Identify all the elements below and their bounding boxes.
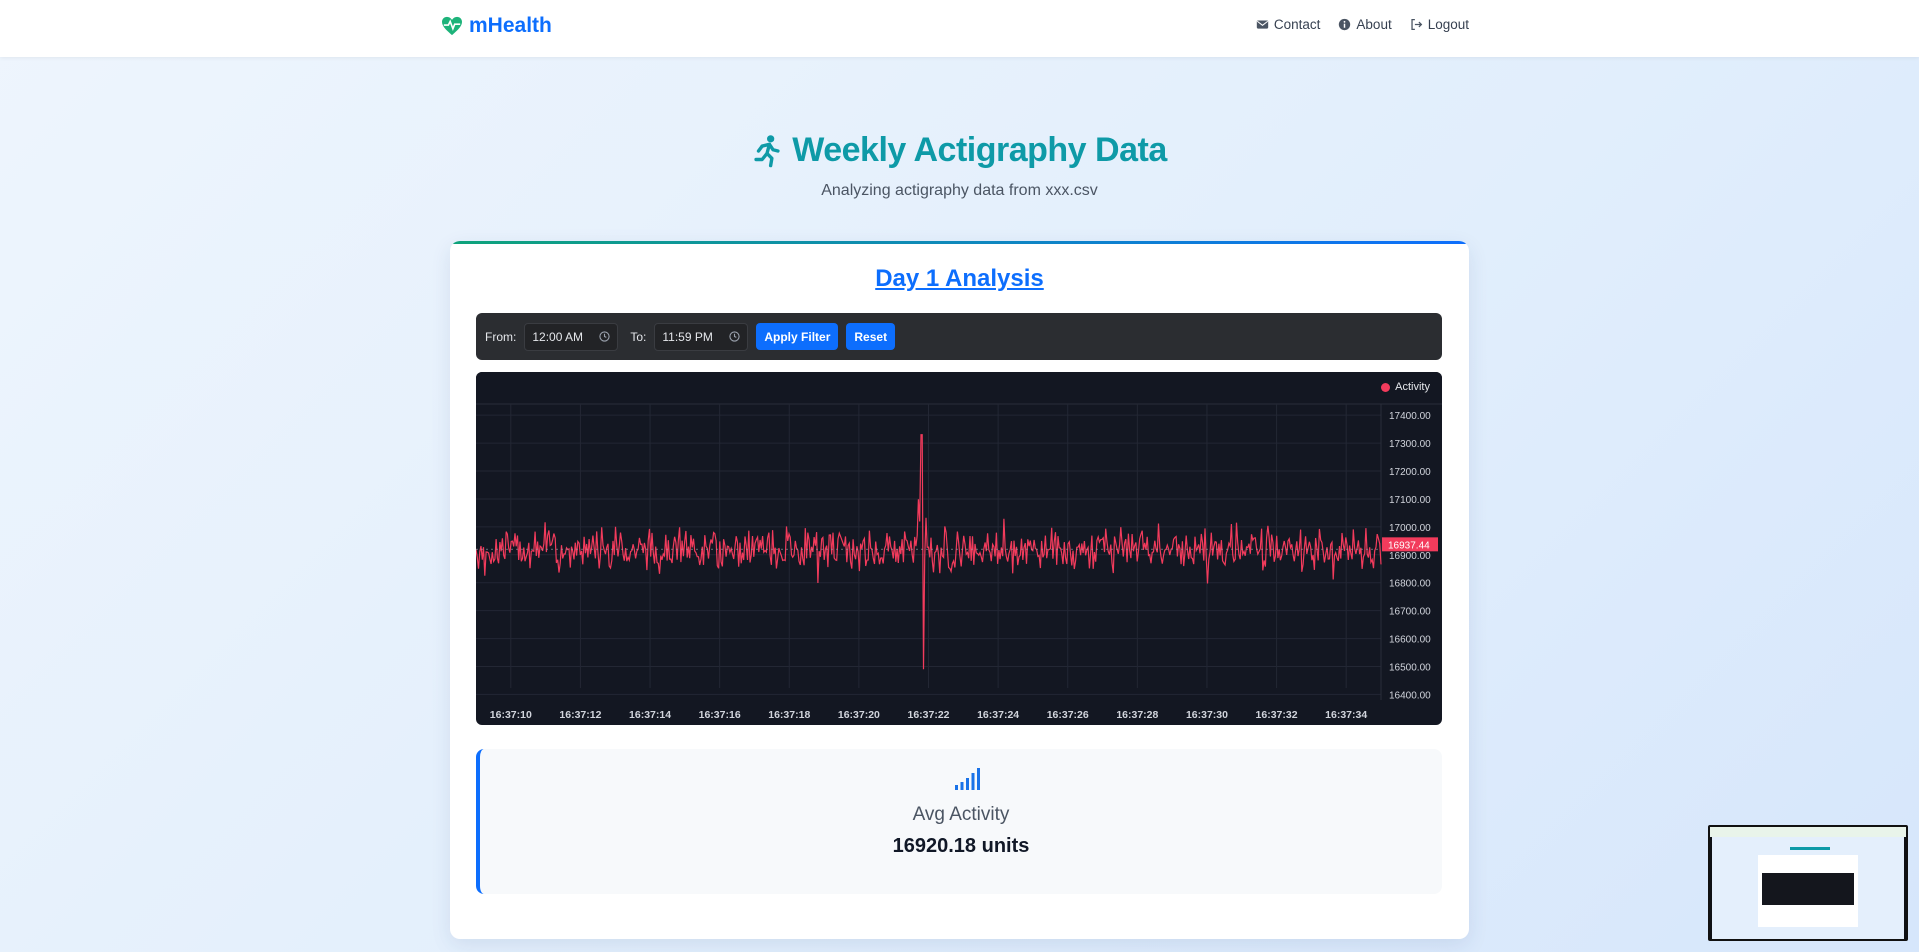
y-tick-label: 17400.00 [1389, 411, 1431, 422]
y-tick-label: 17300.00 [1389, 439, 1431, 450]
nav-about-label: About [1356, 17, 1392, 32]
y-tick-label: 16400.00 [1389, 690, 1431, 701]
y-tick-label: 16800.00 [1389, 579, 1431, 590]
top-navbar: mHealth Contact About Logout [0, 0, 1919, 57]
legend-dot [1381, 382, 1391, 392]
x-tick-label: 16:37:12 [559, 709, 601, 721]
y-tick-label: 16900.00 [1389, 551, 1431, 562]
x-tick-label: 16:37:14 [629, 709, 671, 721]
x-tick-label: 16:37:28 [1116, 709, 1158, 721]
clock-icon [729, 331, 740, 342]
brand-name: mHealth [469, 14, 552, 37]
y-tick-label: 16600.00 [1389, 635, 1431, 646]
x-tick-label: 16:37:26 [1047, 709, 1089, 721]
heartbeat-icon [442, 16, 462, 36]
y-tick-label: 17000.00 [1389, 523, 1431, 534]
from-time-value: 12:00 AM [532, 329, 584, 344]
reset-button[interactable]: Reset [846, 323, 896, 350]
minimap-title [1790, 847, 1830, 850]
y-tick-label: 17200.00 [1389, 467, 1431, 478]
to-time-value: 11:59 PM [662, 329, 713, 344]
y-tick-label: 16700.00 [1389, 607, 1431, 618]
time-filter-bar: From: 12:00 AM To: 11:59 PM Apply Filter… [476, 313, 1442, 360]
y-tick-label: 17100.00 [1389, 495, 1431, 506]
y-tick-label: 16500.00 [1389, 662, 1431, 673]
x-tick-label: 16:37:34 [1325, 709, 1367, 721]
page-title-text: Weekly Actigraphy Data [792, 131, 1167, 169]
info-circle-icon [1339, 18, 1351, 31]
card-accent-bar [450, 241, 1469, 244]
chart-legend: Activity [1381, 381, 1430, 393]
day-title-link[interactable]: Day 1 Analysis [450, 265, 1469, 293]
page-title: Weekly Actigraphy Data [0, 131, 1919, 170]
stat-label: Avg Activity [912, 804, 1010, 825]
x-tick-label: 16:37:30 [1186, 709, 1228, 721]
signal-bars-icon [955, 768, 980, 790]
x-tick-label: 16:37:24 [977, 709, 1019, 721]
minimap-chart [1762, 873, 1854, 905]
legend-label: Activity [1395, 381, 1430, 393]
avg-activity-stat: Avg Activity 16920.18 units [476, 749, 1442, 894]
apply-filter-button[interactable]: Apply Filter [756, 323, 839, 350]
x-tick-label: 16:37:32 [1256, 709, 1298, 721]
page-minimap[interactable] [1708, 825, 1908, 941]
running-person-icon [754, 134, 780, 167]
nav-logout-label: Logout [1427, 17, 1469, 32]
activity-chart[interactable]: 17400.00 17300.00 17200.00 17100.00 17000.00… [476, 372, 1442, 725]
nav-logout[interactable]: Logout [1410, 17, 1469, 32]
nav-contact[interactable]: Contact [1256, 17, 1321, 32]
sign-out-icon [1411, 18, 1422, 31]
x-tick-label: 16:37:20 [838, 709, 880, 721]
last-value-label: 16937.44 [1388, 540, 1430, 551]
day-analysis-card: Day 1 Analysis From: 12:00 AM To: 11:59 … [450, 241, 1469, 939]
nav-contact-label: Contact [1273, 17, 1321, 32]
brand-logo[interactable]: mHealth [441, 13, 552, 39]
clock-icon [599, 331, 610, 342]
from-time-input[interactable]: 12:00 AM [524, 322, 619, 351]
from-label: From: [485, 329, 517, 344]
activity-chart-svg: 17400.00 17300.00 17200.00 17100.00 17000.00… [476, 372, 1442, 721]
to-label: To: [630, 329, 647, 344]
to-time-input[interactable]: 11:59 PM [654, 322, 749, 351]
page-subtitle: Analyzing actigraphy data from xxx.csv [821, 182, 1098, 199]
envelope-icon [1256, 20, 1269, 29]
stat-value: 16920.18 units [892, 835, 1030, 857]
minimap-navbar [1710, 827, 1906, 837]
x-tick-label: 16:37:18 [768, 709, 810, 721]
x-tick-label: 16:37:22 [907, 709, 949, 721]
x-tick-label: 16:37:16 [699, 709, 741, 721]
x-tick-label: 16:37:10 [490, 709, 532, 721]
nav-about[interactable]: About [1338, 17, 1392, 32]
nav-links: Contact About Logout [1256, 17, 1469, 32]
chart-header-strip [476, 372, 1442, 404]
